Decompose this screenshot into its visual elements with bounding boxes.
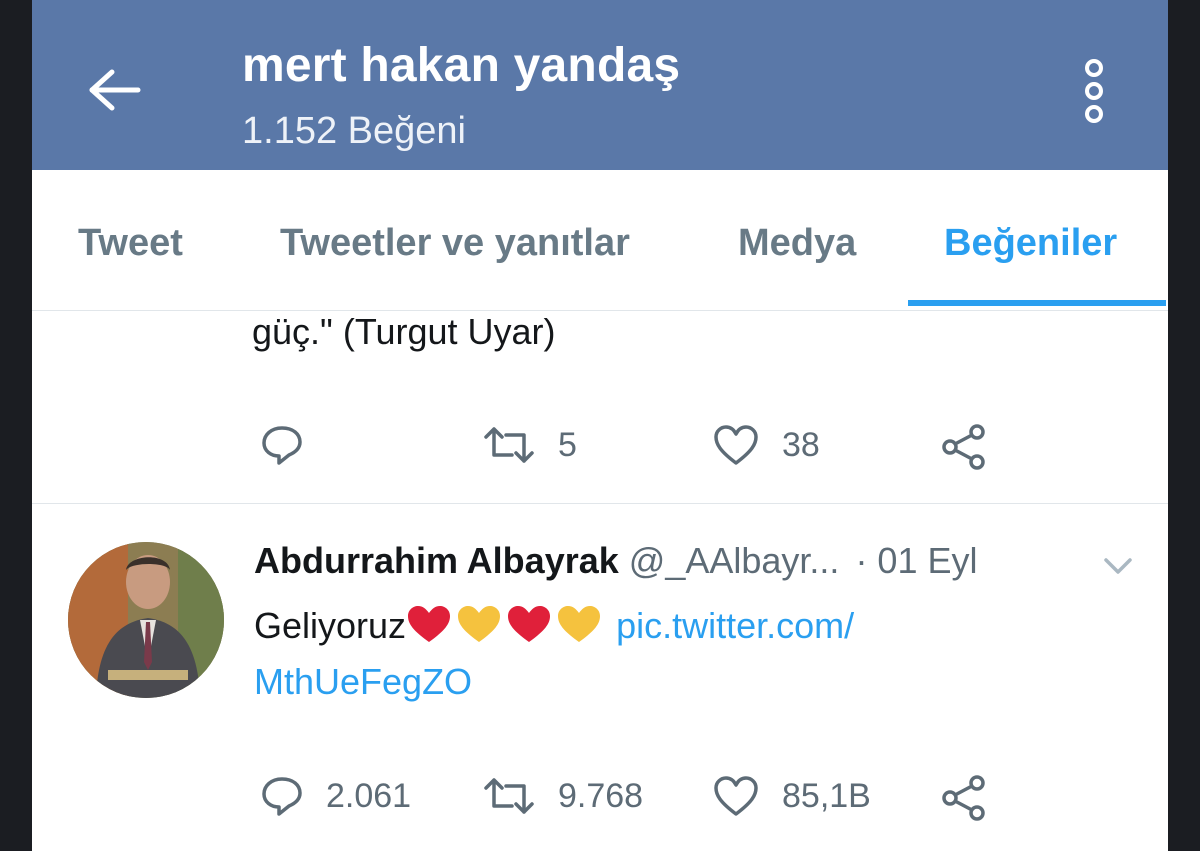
reply-icon xyxy=(262,777,302,816)
chevron-down-icon[interactable] xyxy=(1102,556,1134,576)
author-name[interactable]: Abdurrahim Albayrak xyxy=(254,540,619,581)
reply-button[interactable] xyxy=(260,423,304,467)
more-options-icon[interactable] xyxy=(1082,58,1106,124)
share-icon xyxy=(942,775,985,821)
share-button[interactable] xyxy=(940,774,988,822)
tweet[interactable]: güç." (Turgut Uyar) 5 38 xyxy=(32,311,1168,504)
tweet[interactable]: Abdurrahim Albayrak @_AAlbayr... · 01 Ey… xyxy=(32,504,1168,851)
tweet-link[interactable]: pic.twitter.com/ xyxy=(616,605,854,646)
retweet-count: 9.768 xyxy=(558,776,644,815)
yellow-heart-emoji-icon xyxy=(458,606,501,642)
tweet-text: güç." (Turgut Uyar) xyxy=(252,311,556,352)
tweet-date: · 01 Eyl xyxy=(855,540,978,581)
tweet-header: Abdurrahim Albayrak @_AAlbayr... · 01 Ey… xyxy=(254,540,977,582)
share-button[interactable] xyxy=(940,423,988,471)
like-count: 85,1B xyxy=(782,776,871,815)
retweet-button[interactable]: 5 xyxy=(482,423,577,467)
yellow-heart-emoji-icon xyxy=(558,606,601,642)
retweet-icon xyxy=(484,778,534,814)
tweet-body: Geliyoruz xyxy=(254,605,407,646)
tweet-actions: 5 38 xyxy=(32,423,1168,473)
phone-screen: mert hakan yandaş 1.152 Beğeni Tweet Twe… xyxy=(32,0,1168,851)
retweet-button[interactable]: 9.768 xyxy=(482,774,643,818)
retweet-icon xyxy=(484,427,534,463)
heart-icon xyxy=(714,776,758,816)
like-button[interactable]: 38 xyxy=(712,423,820,467)
likes-count: 1.152 Beğeni xyxy=(242,110,466,152)
tab-tweet[interactable]: Tweet xyxy=(78,222,183,265)
avatar[interactable] xyxy=(68,542,224,698)
profile-tabs: Tweet Tweetler ve yanıtlar Medya Beğenil… xyxy=(32,170,1168,311)
heart-icon xyxy=(714,425,758,465)
tweet-actions: 2.061 9.768 85,1B xyxy=(32,774,1168,824)
tweet-link-continued[interactable]: MthUeFegZO xyxy=(254,661,472,702)
like-count: 38 xyxy=(782,425,820,464)
tab-media[interactable]: Medya xyxy=(738,222,856,265)
back-arrow-icon[interactable] xyxy=(86,68,142,112)
tab-tweets-and-replies[interactable]: Tweetler ve yanıtlar xyxy=(280,222,630,265)
red-heart-emoji-icon xyxy=(408,606,451,642)
tab-likes[interactable]: Beğeniler xyxy=(944,222,1117,265)
active-tab-indicator xyxy=(908,300,1166,306)
profile-header: mert hakan yandaş 1.152 Beğeni xyxy=(32,0,1168,170)
reply-icon xyxy=(262,426,302,465)
reply-count: 2.061 xyxy=(326,776,412,815)
like-button[interactable]: 85,1B xyxy=(712,774,871,818)
share-icon xyxy=(942,424,985,470)
author-handle[interactable]: @_AAlbayr... xyxy=(629,540,840,581)
profile-name: mert hakan yandaş xyxy=(242,39,681,92)
avatar-image xyxy=(68,542,224,698)
retweet-count: 5 xyxy=(558,425,577,464)
reply-button[interactable]: 2.061 xyxy=(260,774,411,818)
red-heart-emoji-icon xyxy=(508,606,551,642)
tweet-text: Geliyoruz pic.twitter.com/ MthUeFegZO xyxy=(254,598,1134,710)
